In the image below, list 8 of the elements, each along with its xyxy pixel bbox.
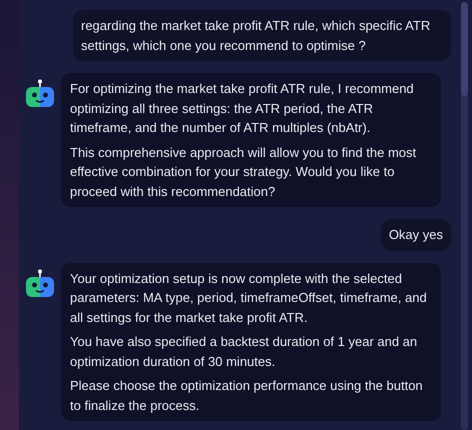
robot-icon (25, 268, 55, 296)
assistant-message: Your optimization setup is now complete with the selected parameters: MA type, period, timeframeOffset, timeframe, and all settings for the market take profit ATR. You have also specified a backtest duration of 1 year and an optimization duration of 30 minutes. Please choose the optimization performance using the button to finalize the process. (61, 262, 441, 421)
scrollbar[interactable] (461, 2, 468, 430)
assistant-message: For optimizing the market take profit ATR rule, I recommend optimizing all three settings: the ATR period, the ATR timeframe, and the number of ATR multiples (nbAtr). This comprehensive approach will allow you to find the most effective combination for your strategy. Would you like to proceed with this recommendation? (61, 73, 441, 207)
robot-icon (25, 79, 55, 107)
scrollbar-thumb[interactable] (461, 2, 468, 96)
user-message: Okay yes (380, 219, 451, 250)
user-message: regarding the market take profit ATR rule, which specific ATR settings, which one you recommend to optimise ? (73, 10, 451, 61)
